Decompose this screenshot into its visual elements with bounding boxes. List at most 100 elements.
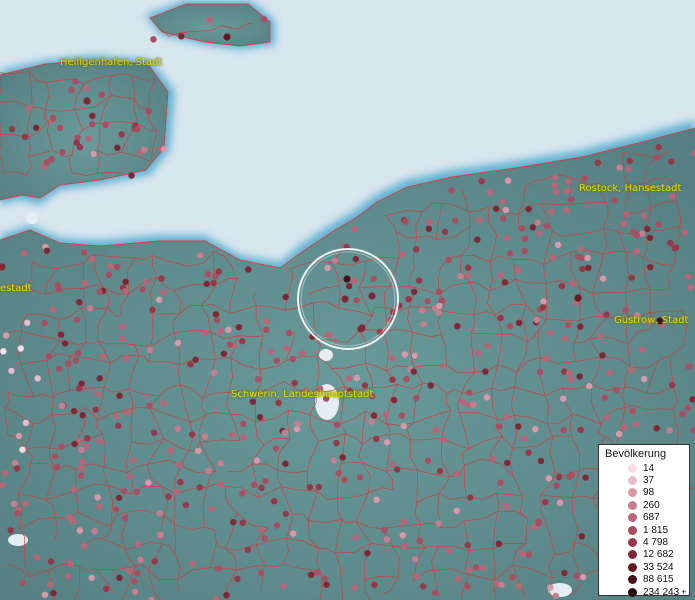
population-point[interactable] bbox=[356, 474, 364, 481]
population-point[interactable] bbox=[569, 280, 576, 287]
population-point[interactable] bbox=[373, 496, 380, 503]
population-point[interactable] bbox=[280, 582, 287, 590]
population-point[interactable] bbox=[98, 91, 106, 98]
population-point[interactable] bbox=[625, 165, 632, 172]
population-point[interactable] bbox=[402, 218, 409, 225]
population-point[interactable] bbox=[19, 446, 26, 453]
population-point[interactable] bbox=[267, 348, 275, 355]
population-point[interactable] bbox=[160, 400, 167, 407]
population-point[interactable] bbox=[537, 457, 545, 465]
population-point[interactable] bbox=[58, 402, 66, 409]
population-point[interactable] bbox=[220, 350, 228, 357]
population-point[interactable] bbox=[586, 382, 593, 390]
population-point[interactable] bbox=[78, 446, 85, 454]
population-point[interactable] bbox=[239, 420, 247, 428]
population-point[interactable] bbox=[666, 427, 673, 434]
population-point[interactable] bbox=[70, 486, 77, 493]
population-point[interactable] bbox=[585, 264, 592, 272]
population-point[interactable] bbox=[419, 307, 426, 314]
population-point[interactable] bbox=[89, 255, 96, 262]
population-point[interactable] bbox=[56, 124, 64, 132]
population-point[interactable] bbox=[239, 490, 246, 497]
population-point[interactable] bbox=[475, 349, 482, 357]
population-point[interactable] bbox=[667, 240, 674, 247]
population-point[interactable] bbox=[401, 351, 409, 358]
population-point[interactable] bbox=[529, 224, 536, 231]
population-point[interactable] bbox=[113, 263, 121, 271]
population-point[interactable] bbox=[289, 355, 297, 363]
population-point[interactable] bbox=[371, 581, 378, 589]
population-point[interactable] bbox=[271, 498, 278, 505]
population-point[interactable] bbox=[467, 494, 474, 501]
population-point[interactable] bbox=[552, 188, 560, 196]
population-point[interactable] bbox=[182, 501, 190, 509]
population-point[interactable] bbox=[370, 412, 378, 419]
population-point[interactable] bbox=[121, 288, 129, 295]
population-point[interactable] bbox=[579, 573, 587, 581]
population-point[interactable] bbox=[400, 422, 407, 430]
population-point[interactable] bbox=[41, 591, 49, 598]
population-point[interactable] bbox=[497, 479, 504, 486]
population-point[interactable] bbox=[130, 457, 137, 464]
city-label-rostock[interactable]: Rostock, Hansestadt bbox=[579, 183, 681, 194]
population-point[interactable] bbox=[73, 139, 80, 146]
population-point[interactable] bbox=[578, 533, 585, 540]
population-point[interactable] bbox=[96, 503, 103, 510]
population-point[interactable] bbox=[633, 232, 641, 239]
population-point[interactable] bbox=[439, 362, 446, 369]
population-point[interactable] bbox=[81, 279, 89, 287]
population-point[interactable] bbox=[137, 556, 144, 563]
population-point[interactable] bbox=[616, 430, 623, 438]
population-point[interactable] bbox=[539, 304, 547, 311]
population-point[interactable] bbox=[542, 355, 550, 362]
population-point[interactable] bbox=[521, 248, 528, 255]
population-point[interactable] bbox=[599, 352, 606, 359]
population-point[interactable] bbox=[525, 551, 533, 558]
population-point[interactable] bbox=[398, 412, 406, 419]
population-point[interactable] bbox=[506, 323, 514, 330]
population-point[interactable] bbox=[412, 556, 419, 563]
population-point[interactable] bbox=[525, 205, 532, 213]
population-point[interactable] bbox=[565, 178, 572, 186]
population-point[interactable] bbox=[370, 275, 377, 283]
population-point[interactable] bbox=[613, 386, 620, 394]
population-point[interactable] bbox=[452, 217, 459, 224]
population-point[interactable] bbox=[71, 440, 78, 448]
map-view[interactable]: Heiligenhafen, Stadt Rostock, Hansestadt… bbox=[0, 0, 695, 600]
population-point[interactable] bbox=[567, 375, 575, 383]
population-point[interactable] bbox=[383, 536, 391, 543]
population-point[interactable] bbox=[644, 225, 651, 233]
population-point[interactable] bbox=[653, 425, 660, 432]
population-point[interactable] bbox=[17, 345, 24, 352]
population-point[interactable] bbox=[76, 527, 84, 534]
population-point[interactable] bbox=[536, 368, 544, 376]
population-point[interactable] bbox=[43, 247, 51, 254]
population-point[interactable] bbox=[107, 262, 115, 270]
population-point[interactable] bbox=[584, 254, 591, 262]
population-point[interactable] bbox=[47, 581, 54, 588]
population-point[interactable] bbox=[273, 357, 280, 364]
population-point[interactable] bbox=[103, 585, 110, 592]
population-point[interactable] bbox=[142, 278, 150, 286]
population-point[interactable] bbox=[257, 569, 265, 576]
population-point[interactable] bbox=[519, 550, 526, 558]
population-point[interactable] bbox=[501, 279, 509, 286]
population-point[interactable] bbox=[542, 499, 549, 506]
population-point[interactable] bbox=[253, 457, 260, 464]
population-point[interactable] bbox=[58, 443, 65, 450]
population-point[interactable] bbox=[272, 445, 280, 452]
population-point[interactable] bbox=[425, 225, 433, 232]
population-point[interactable] bbox=[576, 373, 583, 380]
population-point[interactable] bbox=[410, 368, 417, 375]
population-point[interactable] bbox=[145, 108, 152, 115]
population-point[interactable] bbox=[515, 319, 523, 326]
population-point[interactable] bbox=[94, 494, 101, 501]
population-point[interactable] bbox=[34, 375, 41, 382]
population-point[interactable] bbox=[333, 439, 340, 447]
population-point[interactable] bbox=[493, 205, 500, 212]
population-point[interactable] bbox=[626, 157, 633, 164]
population-point[interactable] bbox=[476, 216, 483, 224]
map-canvas[interactable] bbox=[0, 0, 695, 600]
population-point[interactable] bbox=[323, 581, 330, 588]
population-point[interactable] bbox=[146, 402, 153, 409]
